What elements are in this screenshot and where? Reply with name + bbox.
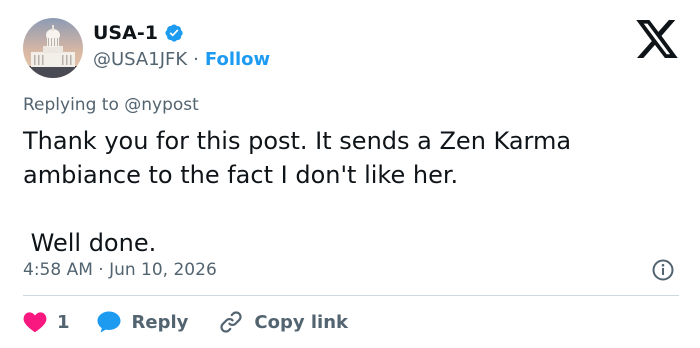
info-icon[interactable] <box>651 258 675 282</box>
divider <box>23 295 679 296</box>
separator-dot: · <box>193 49 199 70</box>
replying-to: Replying to @nypost <box>23 93 199 117</box>
x-logo-icon[interactable] <box>636 20 678 58</box>
reply-mention-link[interactable]: @nypost <box>124 95 199 115</box>
copy-link-button[interactable]: Copy link <box>218 309 348 335</box>
like-button[interactable]: 1 <box>23 311 70 333</box>
timestamp[interactable]: 4:58 AM · Jun 10, 2026 <box>23 258 217 282</box>
avatar[interactable] <box>23 18 83 78</box>
like-count: 1 <box>57 311 70 333</box>
heart-icon <box>23 312 47 333</box>
display-name[interactable]: USA-1 <box>93 20 158 46</box>
tweet-text: Thank you for this post. It sends a Zen … <box>23 127 572 257</box>
replying-to-prefix: Replying to <box>23 95 119 115</box>
reply-button[interactable]: Reply <box>96 310 189 334</box>
follow-button[interactable]: Follow <box>205 47 270 73</box>
user-handle[interactable]: @USA1JFK <box>93 47 187 73</box>
capitol-building-image <box>23 18 83 78</box>
link-icon <box>220 311 242 333</box>
copy-link-label: Copy link <box>254 311 348 333</box>
author-name-row: USA-1 <box>93 20 184 46</box>
speech-bubble-icon <box>97 311 121 333</box>
reply-label: Reply <box>131 311 189 333</box>
action-bar: 1 Reply Copy link <box>23 308 348 336</box>
handle-row: @USA1JFK · Follow <box>93 47 270 73</box>
verified-badge-icon <box>164 23 184 43</box>
